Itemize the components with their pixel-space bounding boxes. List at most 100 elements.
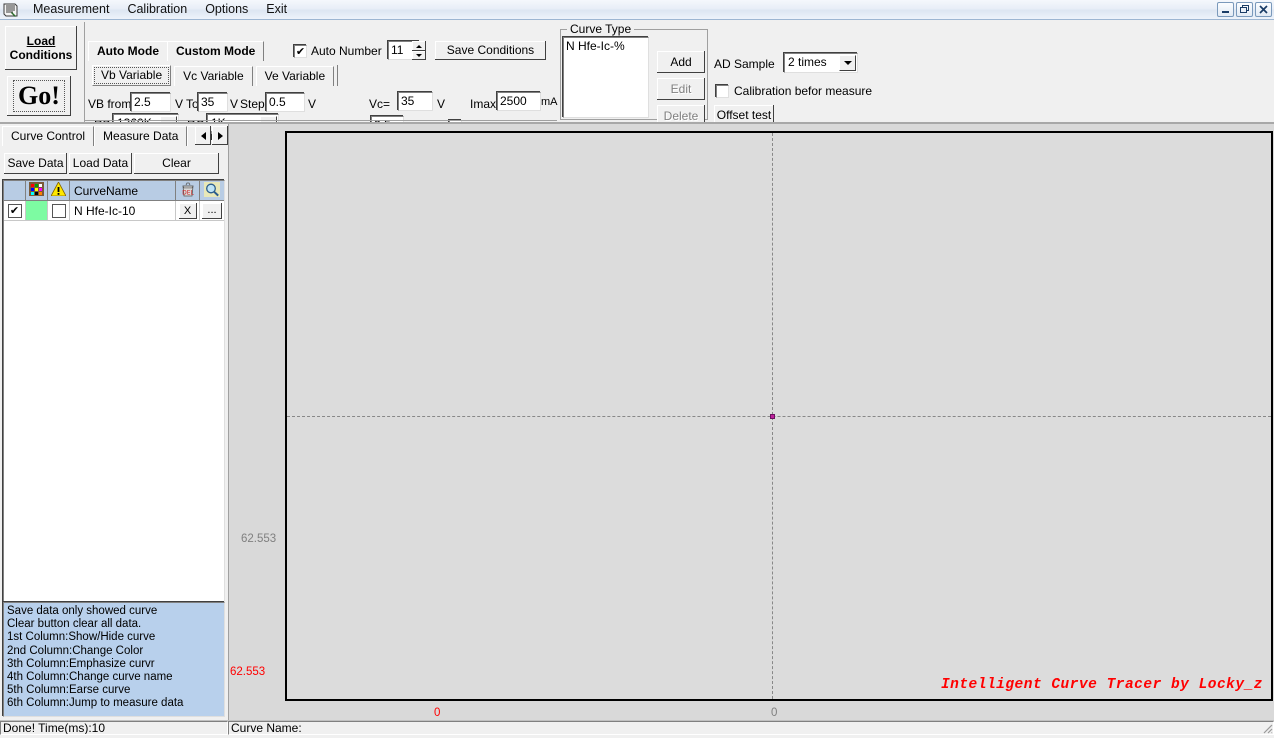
auto-number-spin-down[interactable] — [412, 51, 426, 60]
gridline-horizontal — [287, 416, 1271, 417]
chevron-up-icon — [416, 44, 422, 48]
tab-vb-variable[interactable]: Vb Variable — [92, 65, 172, 86]
row-color-cell[interactable] — [26, 201, 48, 220]
tab-custom-mode[interactable]: Custom Mode — [167, 41, 265, 61]
y-axis-tick-label-lower: 62.553 — [230, 666, 266, 678]
vb-from-input[interactable]: 2.5 — [131, 93, 171, 112]
vb-from-unit: V — [175, 97, 184, 111]
vb-to-input[interactable]: 35 — [198, 93, 228, 112]
trash-icon: DEL — [180, 182, 196, 200]
chevron-right-icon — [217, 131, 223, 140]
chart-panel[interactable]: Intelligent Curve Tracer by Locky_z 62.5… — [228, 124, 1274, 720]
row-erase-cell[interactable]: X — [176, 201, 200, 220]
row-emphasize-cell[interactable] — [48, 201, 70, 220]
plot-area[interactable]: Intelligent Curve Tracer by Locky_z — [285, 131, 1273, 701]
close-button[interactable] — [1255, 2, 1272, 17]
tab-ve-variable[interactable]: Ve Variable — [255, 66, 335, 86]
row-visible-checkbox[interactable]: ✔ — [7, 203, 22, 218]
title-bar: Measurement Calibration Options Exit — [0, 0, 1274, 20]
curve-type-edit-button: Edit — [657, 78, 705, 100]
go-label: Go! — [13, 80, 65, 112]
ad-sample-label: AD Sample — [714, 57, 775, 71]
go-button[interactable]: Go! — [7, 76, 71, 116]
status-bar: Done! Time(ms):10 Curve Name: — [0, 720, 1274, 735]
curve-type-add-button[interactable]: Add — [657, 51, 705, 73]
table-row[interactable]: ✔ N Hfe-Ic-10 X ... — [4, 201, 224, 221]
save-conditions-button[interactable]: Save Conditions — [435, 41, 546, 60]
menu-item-exit[interactable]: Exit — [257, 0, 296, 19]
row-jump-button[interactable]: ... — [202, 202, 222, 219]
help-line: Clear button clear all data. — [7, 618, 142, 631]
restore-button[interactable] — [1236, 2, 1253, 17]
ad-sample-value: 2 times — [788, 55, 827, 69]
column-header-jump[interactable] — [200, 181, 224, 200]
vb-to-label: To — [186, 97, 199, 111]
row-emphasize-checkbox[interactable] — [51, 203, 66, 218]
tab-measure-data[interactable]: Measure Data — [94, 126, 188, 146]
row-show-hide-cell[interactable]: ✔ — [4, 201, 26, 220]
tabs-scroll-left-button[interactable] — [195, 126, 211, 145]
variable-tabs: Vb Variable Vc Variable Ve Variable — [92, 65, 339, 86]
status-left: Done! Time(ms):10 — [0, 721, 228, 735]
row-erase-button[interactable]: X — [178, 202, 197, 219]
menu-item-options[interactable]: Options — [196, 0, 257, 19]
tab-vc-variable[interactable]: Vc Variable — [174, 66, 253, 86]
save-data-button[interactable]: Save Data — [4, 153, 67, 174]
calibration-before-measure-checkbox[interactable]: Calibration befor measure — [716, 84, 872, 98]
calibration-label: Calibration befor measure — [734, 84, 873, 98]
auto-number-spin-up[interactable] — [412, 41, 426, 51]
mode-tabs: Auto Mode Custom Mode — [88, 41, 265, 61]
auto-number-spinner[interactable] — [412, 41, 426, 60]
column-header-curve-name[interactable]: CurveName — [70, 181, 176, 200]
curve-type-list-item[interactable]: N Hfe-Ic-% — [566, 39, 646, 53]
column-header-color[interactable] — [26, 181, 48, 200]
auto-number-check-icon[interactable]: ✔ — [294, 44, 307, 58]
clear-button[interactable]: Clear — [134, 153, 219, 174]
status-right: Curve Name: — [228, 721, 1274, 735]
row-curve-name-cell[interactable]: N Hfe-Ic-10 — [70, 201, 176, 220]
tab-auto-mode[interactable]: Auto Mode — [88, 41, 168, 61]
column-header-show-hide[interactable] — [4, 181, 26, 200]
help-line: 4th Column:Change curve name — [7, 671, 173, 684]
curve-type-listbox[interactable]: N Hfe-Ic-% — [563, 37, 649, 118]
ad-sample-combo[interactable]: 2 times — [784, 53, 858, 73]
column-header-erase[interactable]: DEL — [176, 181, 200, 200]
auto-number-label: Auto Number — [311, 44, 382, 58]
y-axis-tick-label-upper: 62.553 — [241, 533, 277, 545]
help-line: 6th Column:Jump to measure data — [7, 697, 184, 710]
menu-item-measurement[interactable]: Measurement — [24, 0, 118, 19]
vb-to-unit: V — [230, 97, 239, 111]
help-line: 5th Column:Earse curve — [7, 684, 131, 697]
column-header-emphasize[interactable] — [48, 181, 70, 200]
help-line: 2nd Column:Change Color — [7, 644, 144, 657]
load-conditions-button[interactable]: Load Conditions — [5, 26, 77, 70]
help-line: Save data only showed curve — [7, 605, 158, 617]
palette-icon — [29, 182, 44, 199]
crosshair-marker — [770, 414, 775, 419]
tabs-scroll-right-button[interactable] — [212, 126, 228, 145]
menu-item-calibration[interactable]: Calibration — [118, 0, 196, 19]
minimize-button[interactable] — [1217, 2, 1234, 17]
auto-number-checkbox[interactable]: ✔ Auto Number — [294, 44, 382, 58]
svg-text:DEL: DEL — [182, 189, 194, 196]
load-data-button[interactable]: Load Data — [69, 153, 132, 174]
settings-panel: Load Conditions Go! Auto Mode Custom Mod… — [0, 20, 1274, 135]
app-icon — [2, 2, 20, 18]
tab-curve-control[interactable]: Curve Control — [2, 126, 95, 146]
row-jump-cell[interactable]: ... — [200, 201, 224, 220]
chevron-left-icon — [200, 131, 206, 140]
resize-grip[interactable] — [1260, 721, 1274, 735]
vc-input[interactable]: 35 — [398, 92, 433, 111]
help-line: 3th Column:Emphasize curvr — [7, 657, 155, 670]
imax-label: Imax — [470, 97, 497, 111]
ad-sample-dropdown-arrow[interactable] — [839, 55, 856, 71]
imax-unit: mA — [541, 96, 558, 108]
chevron-down-icon — [416, 54, 422, 57]
calibration-check-icon[interactable] — [716, 84, 729, 98]
imax-input[interactable]: 2500 — [497, 92, 541, 111]
chevron-down-icon — [843, 61, 852, 65]
vb-step-unit: V — [308, 97, 317, 111]
x-axis-tick-label-center: 0 — [771, 707, 778, 719]
vb-step-input[interactable]: 0.5 — [266, 93, 305, 112]
chart-watermark: Intelligent Curve Tracer by Locky_z — [940, 677, 1263, 693]
